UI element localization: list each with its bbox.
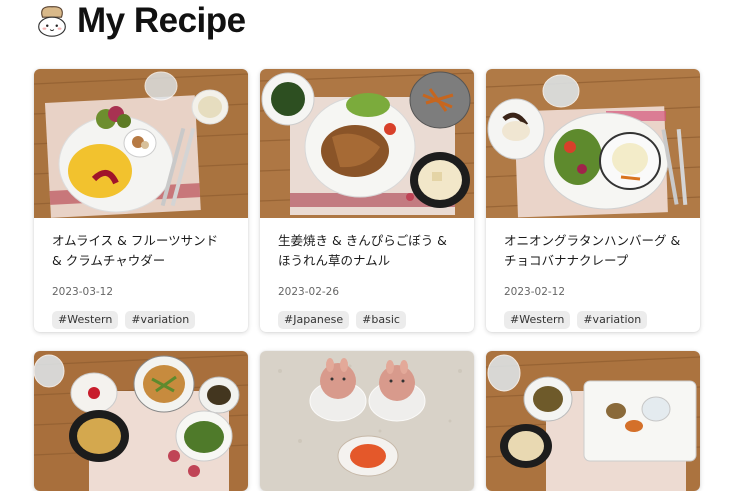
recipe-photo: [486, 69, 700, 218]
tag-chip[interactable]: #basic: [356, 311, 406, 329]
recipe-card[interactable]: 生姜焼き & きんぴらごぼう & ほうれん草のナムル 2023-02-26 #J…: [260, 69, 474, 332]
tag-chip[interactable]: #Japanese: [278, 311, 350, 329]
recipe-date: 2023-02-26: [278, 286, 340, 298]
recipe-photo: [34, 69, 248, 218]
recipe-card[interactable]: [34, 351, 248, 491]
tag-chip[interactable]: #Western: [504, 311, 571, 329]
tag-list: #Japanese #basic: [278, 311, 456, 329]
tag-chip[interactable]: #Western: [52, 311, 119, 329]
card-body: 生姜焼き & きんぴらごぼう & ほうれん草のナムル 2023-02-26 #J…: [260, 218, 474, 329]
tag-list: #Western #variation: [52, 311, 230, 329]
chef-bun-icon[interactable]: [33, 2, 71, 40]
site-header: My Recipe: [33, 0, 246, 42]
recipe-photo: [486, 351, 700, 491]
recipe-card[interactable]: オムライス & フルーツサンド & クラムチャウダー 2023-03-12 #W…: [34, 69, 248, 332]
recipe-card[interactable]: [486, 351, 700, 491]
recipe-photo: [260, 351, 474, 491]
recipe-title: 生姜焼き & きんぴらごぼう & ほうれん草のナムル: [278, 233, 447, 268]
recipe-photo: [260, 69, 474, 218]
recipe-date: 2023-02-12: [504, 286, 566, 298]
page-title: My Recipe: [77, 1, 246, 40]
recipe-photo: [34, 351, 248, 491]
recipe-title: オムライス & フルーツサンド & クラムチャウダー: [52, 233, 219, 268]
tag-list: #Western #variation: [504, 311, 682, 329]
recipe-card[interactable]: オニオングラタンハンバーグ & チョコバナナクレープ 2023-02-12 #W…: [486, 69, 700, 332]
recipe-grid: オムライス & フルーツサンド & クラムチャウダー 2023-03-12 #W…: [34, 69, 700, 491]
card-body: オニオングラタンハンバーグ & チョコバナナクレープ 2023-02-12 #W…: [486, 218, 700, 329]
tag-chip[interactable]: #variation: [125, 311, 196, 329]
tag-chip[interactable]: #variation: [577, 311, 648, 329]
recipe-date: 2023-03-12: [52, 286, 114, 298]
recipe-card[interactable]: [260, 351, 474, 491]
card-body: オムライス & フルーツサンド & クラムチャウダー 2023-03-12 #W…: [34, 218, 248, 329]
recipe-title: オニオングラタンハンバーグ & チョコバナナクレープ: [504, 233, 681, 268]
